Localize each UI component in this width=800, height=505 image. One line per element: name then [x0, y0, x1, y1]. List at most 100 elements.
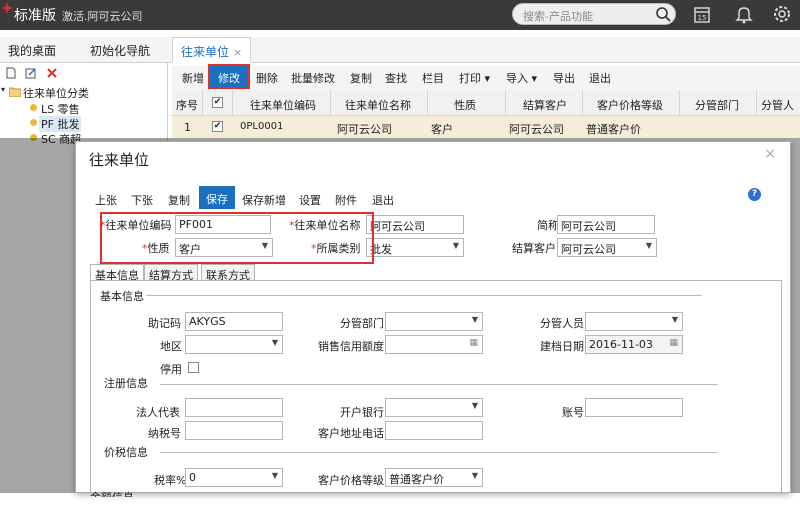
- new-file-icon[interactable]: [5, 67, 17, 79]
- person-select[interactable]: ▼: [585, 312, 683, 331]
- tab-init-nav[interactable]: 初始化导航: [82, 37, 158, 63]
- short-name-input[interactable]: 阿可云公司: [557, 215, 655, 234]
- bell-icon[interactable]: [734, 4, 754, 24]
- bank-label: 开户银行: [340, 406, 384, 419]
- calendar-icon: ▦: [669, 338, 678, 348]
- legal-input[interactable]: [185, 398, 283, 417]
- grid-header: 序号 ✔ 往来单位编码 往来单位名称 性质 结算客户 客户价格等级 分管部门 分…: [172, 90, 800, 138]
- tax-rate-select[interactable]: 0 ▼: [185, 468, 283, 487]
- row-checkbox[interactable]: ✔: [212, 121, 223, 132]
- edit-icon[interactable]: [25, 67, 37, 79]
- batch-edit-button[interactable]: 批量修改: [291, 70, 335, 86]
- col-nature[interactable]: 性质: [454, 97, 476, 113]
- section-registration: 注册信息: [104, 377, 148, 390]
- chevron-down-icon: ▼: [471, 471, 478, 480]
- col-code[interactable]: 往来单位编码: [250, 97, 316, 113]
- import-button[interactable]: 导入 ▾: [506, 70, 537, 86]
- close-icon[interactable]: ×: [233, 46, 242, 59]
- price-level-select[interactable]: 普通客户价 ▼: [385, 468, 483, 487]
- dept-select[interactable]: ▼: [385, 312, 483, 331]
- chevron-down-icon: ▼: [271, 471, 278, 480]
- tree-item[interactable]: PF 批发: [39, 116, 82, 132]
- chevron-down-icon: ▼: [645, 241, 652, 250]
- short-name-label: 简称: [537, 219, 559, 232]
- col-person[interactable]: 分管人: [761, 97, 794, 113]
- delete-icon[interactable]: [46, 67, 58, 79]
- col-seq[interactable]: 序号: [176, 97, 198, 113]
- help-icon[interactable]: ?: [748, 188, 761, 201]
- tax-input[interactable]: [185, 421, 283, 440]
- tab-basic[interactable]: 基本信息: [90, 264, 144, 282]
- legal-label: 法人代表: [136, 406, 180, 419]
- copy-button[interactable]: 复制: [168, 192, 190, 208]
- col-price-level[interactable]: 客户价格等级: [597, 97, 663, 113]
- tree-item[interactable]: LS 零售: [41, 101, 80, 117]
- credit-label: 销售信用额度: [318, 340, 384, 353]
- partner-dialog: 往来单位 × 上张 下张 复制 保存新增 设置 附件 退出 保存 ? *往来单位…: [75, 141, 791, 497]
- settings-button[interactable]: 设置: [299, 192, 321, 208]
- address-input[interactable]: [385, 421, 483, 440]
- col-settle[interactable]: 结算客户: [523, 97, 567, 113]
- bullet-icon: [30, 104, 37, 111]
- select-all-checkbox[interactable]: ✔: [212, 97, 223, 108]
- calculator-icon: ▦: [469, 338, 478, 348]
- chevron-down-icon: ▼: [452, 241, 459, 250]
- chevron-down-icon: ▼: [471, 315, 478, 324]
- top-bar: 标准版 激活.阿可云公司 搜索-产品功能 15: [0, 0, 800, 30]
- col-dept[interactable]: 分管部门: [695, 97, 739, 113]
- add-button[interactable]: 新增: [182, 70, 204, 86]
- print-button[interactable]: 打印 ▾: [459, 70, 490, 86]
- chevron-down-icon: ▼: [471, 401, 478, 410]
- section-basic: 基本信息: [100, 290, 144, 303]
- chevron-down-icon: ▼: [271, 338, 278, 347]
- disable-checkbox[interactable]: [188, 362, 199, 373]
- tab-bar: 我的桌面 初始化导航 往来单位 ×: [0, 37, 800, 63]
- gear-icon[interactable]: [772, 4, 792, 24]
- date-label: 建档日期: [540, 340, 584, 353]
- category-select[interactable]: 批发 ▼: [366, 238, 464, 257]
- close-icon[interactable]: ×: [764, 146, 776, 162]
- copy-button[interactable]: 复制: [350, 70, 372, 86]
- region-label: 地区: [160, 340, 182, 353]
- modify-button[interactable]: 修改: [208, 64, 250, 89]
- search-icon[interactable]: [655, 6, 671, 22]
- bank-select[interactable]: ▼: [385, 398, 483, 417]
- tab-desktop[interactable]: 我的桌面: [0, 37, 64, 63]
- delete-button[interactable]: 删除: [256, 70, 278, 86]
- save-new-button[interactable]: 保存新增: [242, 192, 286, 208]
- disable-label: 停用: [160, 363, 182, 376]
- name-input[interactable]: 阿可云公司: [366, 215, 464, 234]
- tab-contact[interactable]: 联系方式: [201, 264, 255, 282]
- tab-settlement[interactable]: 结算方式: [144, 264, 198, 282]
- attachment-button[interactable]: 附件: [335, 192, 357, 208]
- account-input[interactable]: [585, 398, 683, 417]
- cell-seq: 1: [184, 121, 191, 134]
- settle-select[interactable]: 阿可云公司 ▼: [557, 238, 657, 257]
- dialog-toolbar: 上张 下张 复制 保存新增 设置 附件 退出: [76, 187, 790, 209]
- col-name[interactable]: 往来单位名称: [345, 97, 411, 113]
- prev-button[interactable]: 上张: [95, 192, 117, 208]
- exit-button[interactable]: 退出: [589, 70, 611, 86]
- section-amount: 金额信息: [90, 491, 134, 504]
- activate-link[interactable]: 激活.阿可云公司: [62, 8, 143, 24]
- columns-button[interactable]: 栏目: [422, 70, 444, 86]
- main-toolbar: 新增 删除 批量修改 复制 查找 栏目 打印 ▾ 导入 ▾ 导出 退出: [172, 66, 800, 90]
- bullet-icon: [30, 119, 37, 126]
- tab-partner[interactable]: 往来单位 ×: [172, 37, 252, 63]
- tree-root[interactable]: 往来单位分类: [23, 85, 89, 101]
- region-select[interactable]: ▼: [185, 335, 283, 354]
- collapse-icon[interactable]: ▾: [1, 85, 5, 94]
- credit-input[interactable]: ▦: [385, 335, 483, 354]
- find-button[interactable]: 查找: [385, 70, 407, 86]
- tax-label: 纳税号: [148, 427, 181, 440]
- export-button[interactable]: 导出: [553, 70, 575, 86]
- table-row[interactable]: 1 ✔ 0PL0001 阿可云公司 客户 阿可云公司 普通客户价: [172, 116, 800, 138]
- mnemonic-input[interactable]: AKYGS: [185, 312, 283, 331]
- calendar-icon[interactable]: 15: [692, 4, 712, 24]
- save-button[interactable]: 保存: [199, 186, 235, 209]
- next-button[interactable]: 下张: [131, 192, 153, 208]
- search-input[interactable]: 搜索-产品功能: [512, 3, 676, 25]
- exit-button[interactable]: 退出: [372, 192, 394, 208]
- date-input[interactable]: 2016-11-03 ▦: [585, 335, 683, 354]
- mnemonic-label: 助记码: [148, 317, 181, 330]
